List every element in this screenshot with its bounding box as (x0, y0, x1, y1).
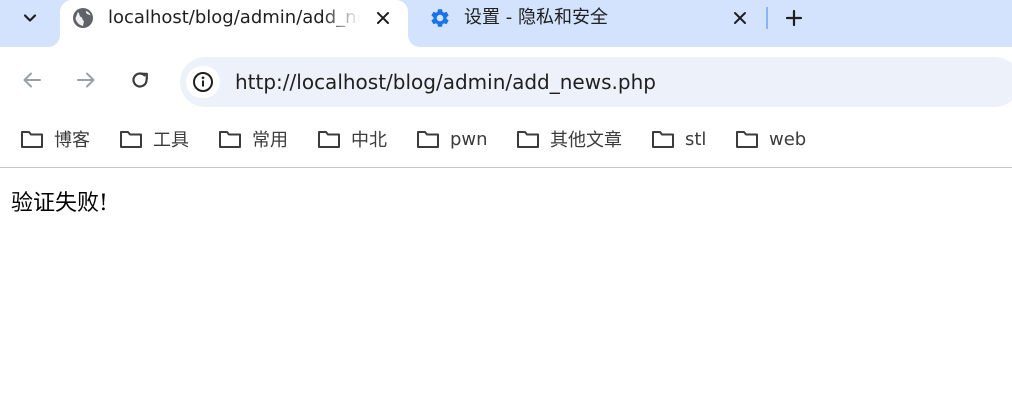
tab-search-button[interactable] (8, 3, 52, 33)
arrow-left-icon (23, 72, 41, 88)
url-text[interactable]: http://localhost/blog/admin/add_news.php (235, 69, 656, 95)
bookmark-label: stl (685, 128, 707, 150)
bookmark-folder[interactable]: pwn (416, 125, 488, 153)
bookmark-folder[interactable]: 常用 (218, 125, 288, 153)
tab-title: localhost/blog/admin/add_news.php (108, 7, 360, 28)
bookmark-folder[interactable]: web (735, 125, 806, 153)
bookmark-label: 其他文章 (550, 130, 622, 151)
tab-strip: localhost/blog/admin/add_news.php 设置 - 隐… (0, 0, 1012, 47)
folder-icon (219, 131, 241, 148)
bookmark-folder[interactable]: 工具 (119, 125, 189, 153)
forward-button[interactable] (70, 64, 102, 96)
close-icon (734, 12, 746, 24)
bookmark-label: 中北 (351, 130, 387, 151)
bookmark-folder[interactable]: 中北 (317, 125, 387, 153)
plus-icon (785, 9, 803, 27)
folder-icon (120, 131, 142, 148)
close-icon (377, 12, 389, 24)
bookmark-folder[interactable]: 其他文章 (516, 125, 622, 153)
tab-title: 设置 - 隐私和安全 (464, 7, 608, 28)
bookmark-folder[interactable]: 博客 (20, 125, 90, 153)
bookmark-label: 博客 (54, 130, 90, 151)
bookmark-label: pwn (450, 128, 488, 150)
address-bar[interactable]: http://localhost/blog/admin/add_news.php (180, 57, 1012, 107)
page-content: 验证失败! (0, 169, 1012, 418)
folder-icon (517, 131, 539, 148)
tab-close-button[interactable] (729, 7, 751, 29)
tab-settings[interactable]: 设置 - 隐私和安全 (415, 0, 765, 40)
error-message: 验证失败! (11, 191, 108, 216)
reload-button[interactable] (124, 64, 156, 96)
back-button[interactable] (16, 64, 48, 96)
info-icon (193, 72, 213, 92)
folder-icon (318, 131, 340, 148)
globe-icon (72, 7, 94, 29)
tab-separator (766, 7, 768, 29)
reload-icon (132, 72, 148, 88)
folder-icon (21, 131, 43, 148)
gear-icon (429, 7, 451, 29)
bookmark-label: 工具 (153, 130, 189, 151)
bookmark-folder[interactable]: stl (651, 125, 706, 153)
folder-icon (417, 131, 439, 148)
chevron-down-icon (23, 14, 37, 22)
bookmarks-bar: 博客 工具 常用 中北 pwn 其他文章 stl web (0, 117, 1012, 168)
new-tab-button[interactable] (780, 4, 808, 32)
folder-icon (652, 131, 674, 148)
folder-icon (736, 131, 758, 148)
arrow-right-icon (77, 72, 95, 88)
tab-close-button[interactable] (372, 7, 394, 29)
bookmark-label: web (769, 128, 807, 150)
tab-active[interactable]: localhost/blog/admin/add_news.php (60, 0, 408, 47)
site-info-button[interactable] (186, 66, 220, 98)
toolbar: http://localhost/blog/admin/add_news.php (0, 47, 1012, 117)
bookmark-label: 常用 (252, 130, 288, 151)
